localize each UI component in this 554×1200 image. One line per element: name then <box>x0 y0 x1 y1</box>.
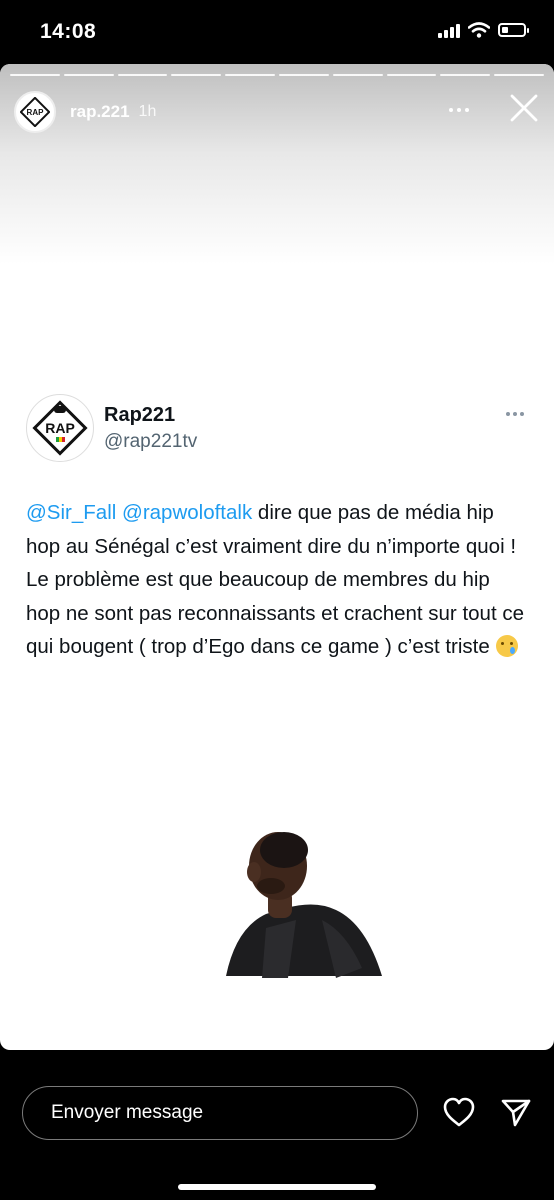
heart-icon[interactable] <box>442 1096 476 1128</box>
story-progress-segment <box>171 74 222 76</box>
svg-text:RAP: RAP <box>27 108 45 117</box>
close-icon[interactable] <box>508 92 540 124</box>
tweet-display-name: Rap221 <box>104 404 176 426</box>
rap221-logo-icon: RAP <box>32 400 88 456</box>
story-header: RAP rap.221 1h <box>14 88 540 136</box>
send-message-input[interactable]: Envoyer message <box>22 1086 418 1140</box>
crying-face-emoji <box>495 635 518 657</box>
story-progress-segment <box>63 74 114 76</box>
story-progress-segment <box>10 74 60 76</box>
status-icons <box>438 22 529 38</box>
tweet-text-paragraph-2: Le problème est que beaucoup de membres … <box>26 568 524 658</box>
svg-text:RAP: RAP <box>45 420 75 436</box>
story-progress-segment <box>386 74 437 76</box>
tweet-card: RAP Rap221 @rap221tv @Sir_Fall @rapwolof… <box>26 394 530 664</box>
person-gif-sticker[interactable] <box>226 828 386 982</box>
send-icon[interactable] <box>500 1096 532 1128</box>
rap221-logo-icon: RAP <box>20 97 50 127</box>
more-options-icon[interactable] <box>444 100 474 120</box>
tweet-text: @Sir_Fall @rapwoloftalk dire que pas de … <box>26 496 526 664</box>
story-progress-segment <box>225 74 275 76</box>
story-posted-time: 1h <box>138 103 157 120</box>
tweet-handle: @rap221tv <box>104 431 198 452</box>
tweet-author: Rap221 @rap221tv <box>104 404 197 453</box>
tweet-avatar: RAP <box>26 394 94 462</box>
story-progress-segment <box>332 74 383 76</box>
mention-rapwoloftalk: @rapwoloftalk <box>122 501 253 524</box>
tweet-header: RAP Rap221 @rap221tv <box>26 394 530 462</box>
story-progress-segment <box>278 74 329 76</box>
home-indicator[interactable] <box>178 1184 376 1190</box>
battery-icon <box>498 23 529 37</box>
wifi-icon <box>468 22 490 38</box>
story-avatar[interactable]: RAP <box>14 91 56 133</box>
status-bar: 14:08 <box>0 0 554 64</box>
story-viewer[interactable]: RAP rap.221 1h RAP Rap221 @rap221tv @Sir… <box>0 64 554 1050</box>
send-message-placeholder: Envoyer message <box>51 1102 204 1123</box>
story-progress-segment <box>440 74 491 76</box>
mention-sir-fall: @Sir_Fall <box>26 501 117 524</box>
status-time: 14:08 <box>40 20 97 43</box>
story-progress-segment <box>117 74 168 76</box>
story-username[interactable]: rap.221 <box>70 102 130 122</box>
tweet-more-icon <box>506 412 524 416</box>
reply-bar: Envoyer message <box>0 1050 554 1200</box>
cellular-signal-icon <box>438 22 460 38</box>
story-progress-bar <box>10 74 544 76</box>
story-progress-segment <box>494 74 544 76</box>
